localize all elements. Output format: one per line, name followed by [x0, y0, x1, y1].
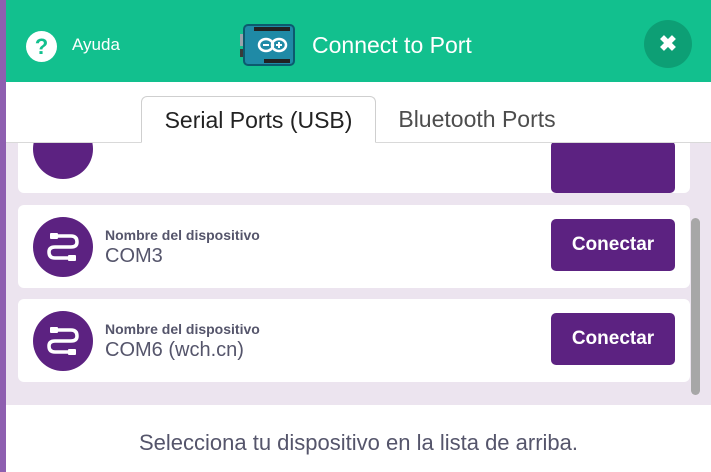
- connect-button[interactable]: Conectar: [551, 219, 675, 271]
- tab-bluetooth-ports[interactable]: Bluetooth Ports: [386, 96, 568, 142]
- instruction-text: Selecciona tu dispositivo en la lista de…: [138, 430, 579, 455]
- device-card: [18, 143, 690, 193]
- help-label[interactable]: Ayuda: [72, 35, 120, 55]
- device-card: Nombre del dispositivo COM3 Conectar: [18, 205, 690, 288]
- device-name-label: Nombre del dispositivo: [105, 321, 260, 337]
- device-name-value: COM6 (wch.cn): [105, 339, 244, 361]
- modal-title: Connect to Port: [312, 32, 472, 58]
- close-icon: ✖: [658, 31, 678, 56]
- help-button[interactable]: ?: [26, 31, 57, 62]
- usb-cable-icon: [33, 143, 93, 179]
- usb-cable-icon: [33, 217, 93, 277]
- device-name-value: COM3: [105, 245, 163, 267]
- tab-bar: Serial Ports (USB) Bluetooth Ports: [6, 82, 711, 143]
- connect-to-port-modal: ? Ayuda Connect to Port ✖ Serial Ports (…: [6, 0, 711, 472]
- arduino-board-icon: [240, 24, 295, 66]
- list-scrollbar[interactable]: [691, 218, 700, 395]
- connect-button[interactable]: Conectar: [551, 313, 675, 365]
- connect-button[interactable]: [551, 143, 675, 193]
- close-button[interactable]: ✖: [644, 20, 692, 68]
- tab-serial-ports[interactable]: Serial Ports (USB): [141, 96, 376, 143]
- device-card: Nombre del dispositivo COM6 (wch.cn) Con…: [18, 299, 690, 382]
- usb-cable-icon: [33, 311, 93, 371]
- device-name-label: Nombre del dispositivo: [105, 227, 260, 243]
- modal-footer: Selecciona tu dispositivo en la lista de…: [6, 405, 711, 472]
- modal-header: ? Ayuda Connect to Port ✖: [6, 0, 711, 82]
- device-list[interactable]: Nombre del dispositivo COM3 Conectar Nom…: [6, 143, 711, 405]
- question-icon: ?: [34, 33, 49, 59]
